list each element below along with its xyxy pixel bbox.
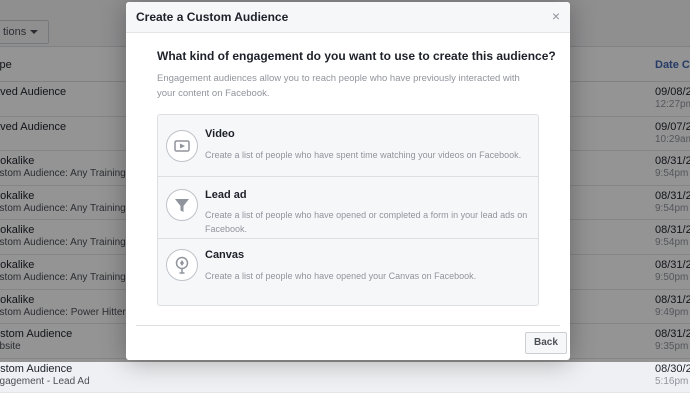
option-video[interactable]: Video Create a list of people who have s… xyxy=(158,115,538,177)
row-name: ustom Audience xyxy=(0,362,73,375)
dialog-header: Create a Custom Audience × xyxy=(126,2,570,33)
dialog-title: Create a Custom Audience xyxy=(136,10,289,24)
option-lead-ad-title: Lead ad xyxy=(205,189,247,201)
engagement-options-list: Video Create a list of people who have s… xyxy=(157,114,539,306)
engagement-description: Engagement audiences allow you to reach … xyxy=(157,73,520,99)
engagement-question: What kind of engagement do you want to u… xyxy=(157,49,556,63)
option-video-description: Create a list of people who have spent t… xyxy=(205,150,522,160)
option-canvas-description: Create a list of people who have opened … xyxy=(205,271,477,281)
option-video-title: Video xyxy=(205,128,235,140)
row-date: 08/30/20 xyxy=(655,362,690,375)
option-canvas-title: Canvas xyxy=(205,249,245,261)
option-lead-ad-description: Create a list of people who have opened … xyxy=(205,210,528,234)
row-time: 5:16pm xyxy=(655,375,689,387)
close-icon[interactable]: × xyxy=(552,8,560,24)
table-row[interactable]: ustom Audience ngagement - Lead Ad 08/30/2… xyxy=(0,359,690,393)
row-subtitle: ngagement - Lead Ad xyxy=(0,375,90,387)
create-custom-audience-dialog: Create a Custom Audience × What kind of … xyxy=(126,2,570,360)
option-lead-ad[interactable]: Lead ad Create a list of people who have… xyxy=(158,177,538,239)
back-button[interactable]: Back xyxy=(525,332,567,354)
canvas-icon xyxy=(166,249,198,281)
option-canvas[interactable]: Canvas Create a list of people who have … xyxy=(158,239,538,300)
funnel-icon xyxy=(166,189,198,221)
dialog-footer-divider xyxy=(136,325,560,326)
video-icon xyxy=(166,130,198,162)
